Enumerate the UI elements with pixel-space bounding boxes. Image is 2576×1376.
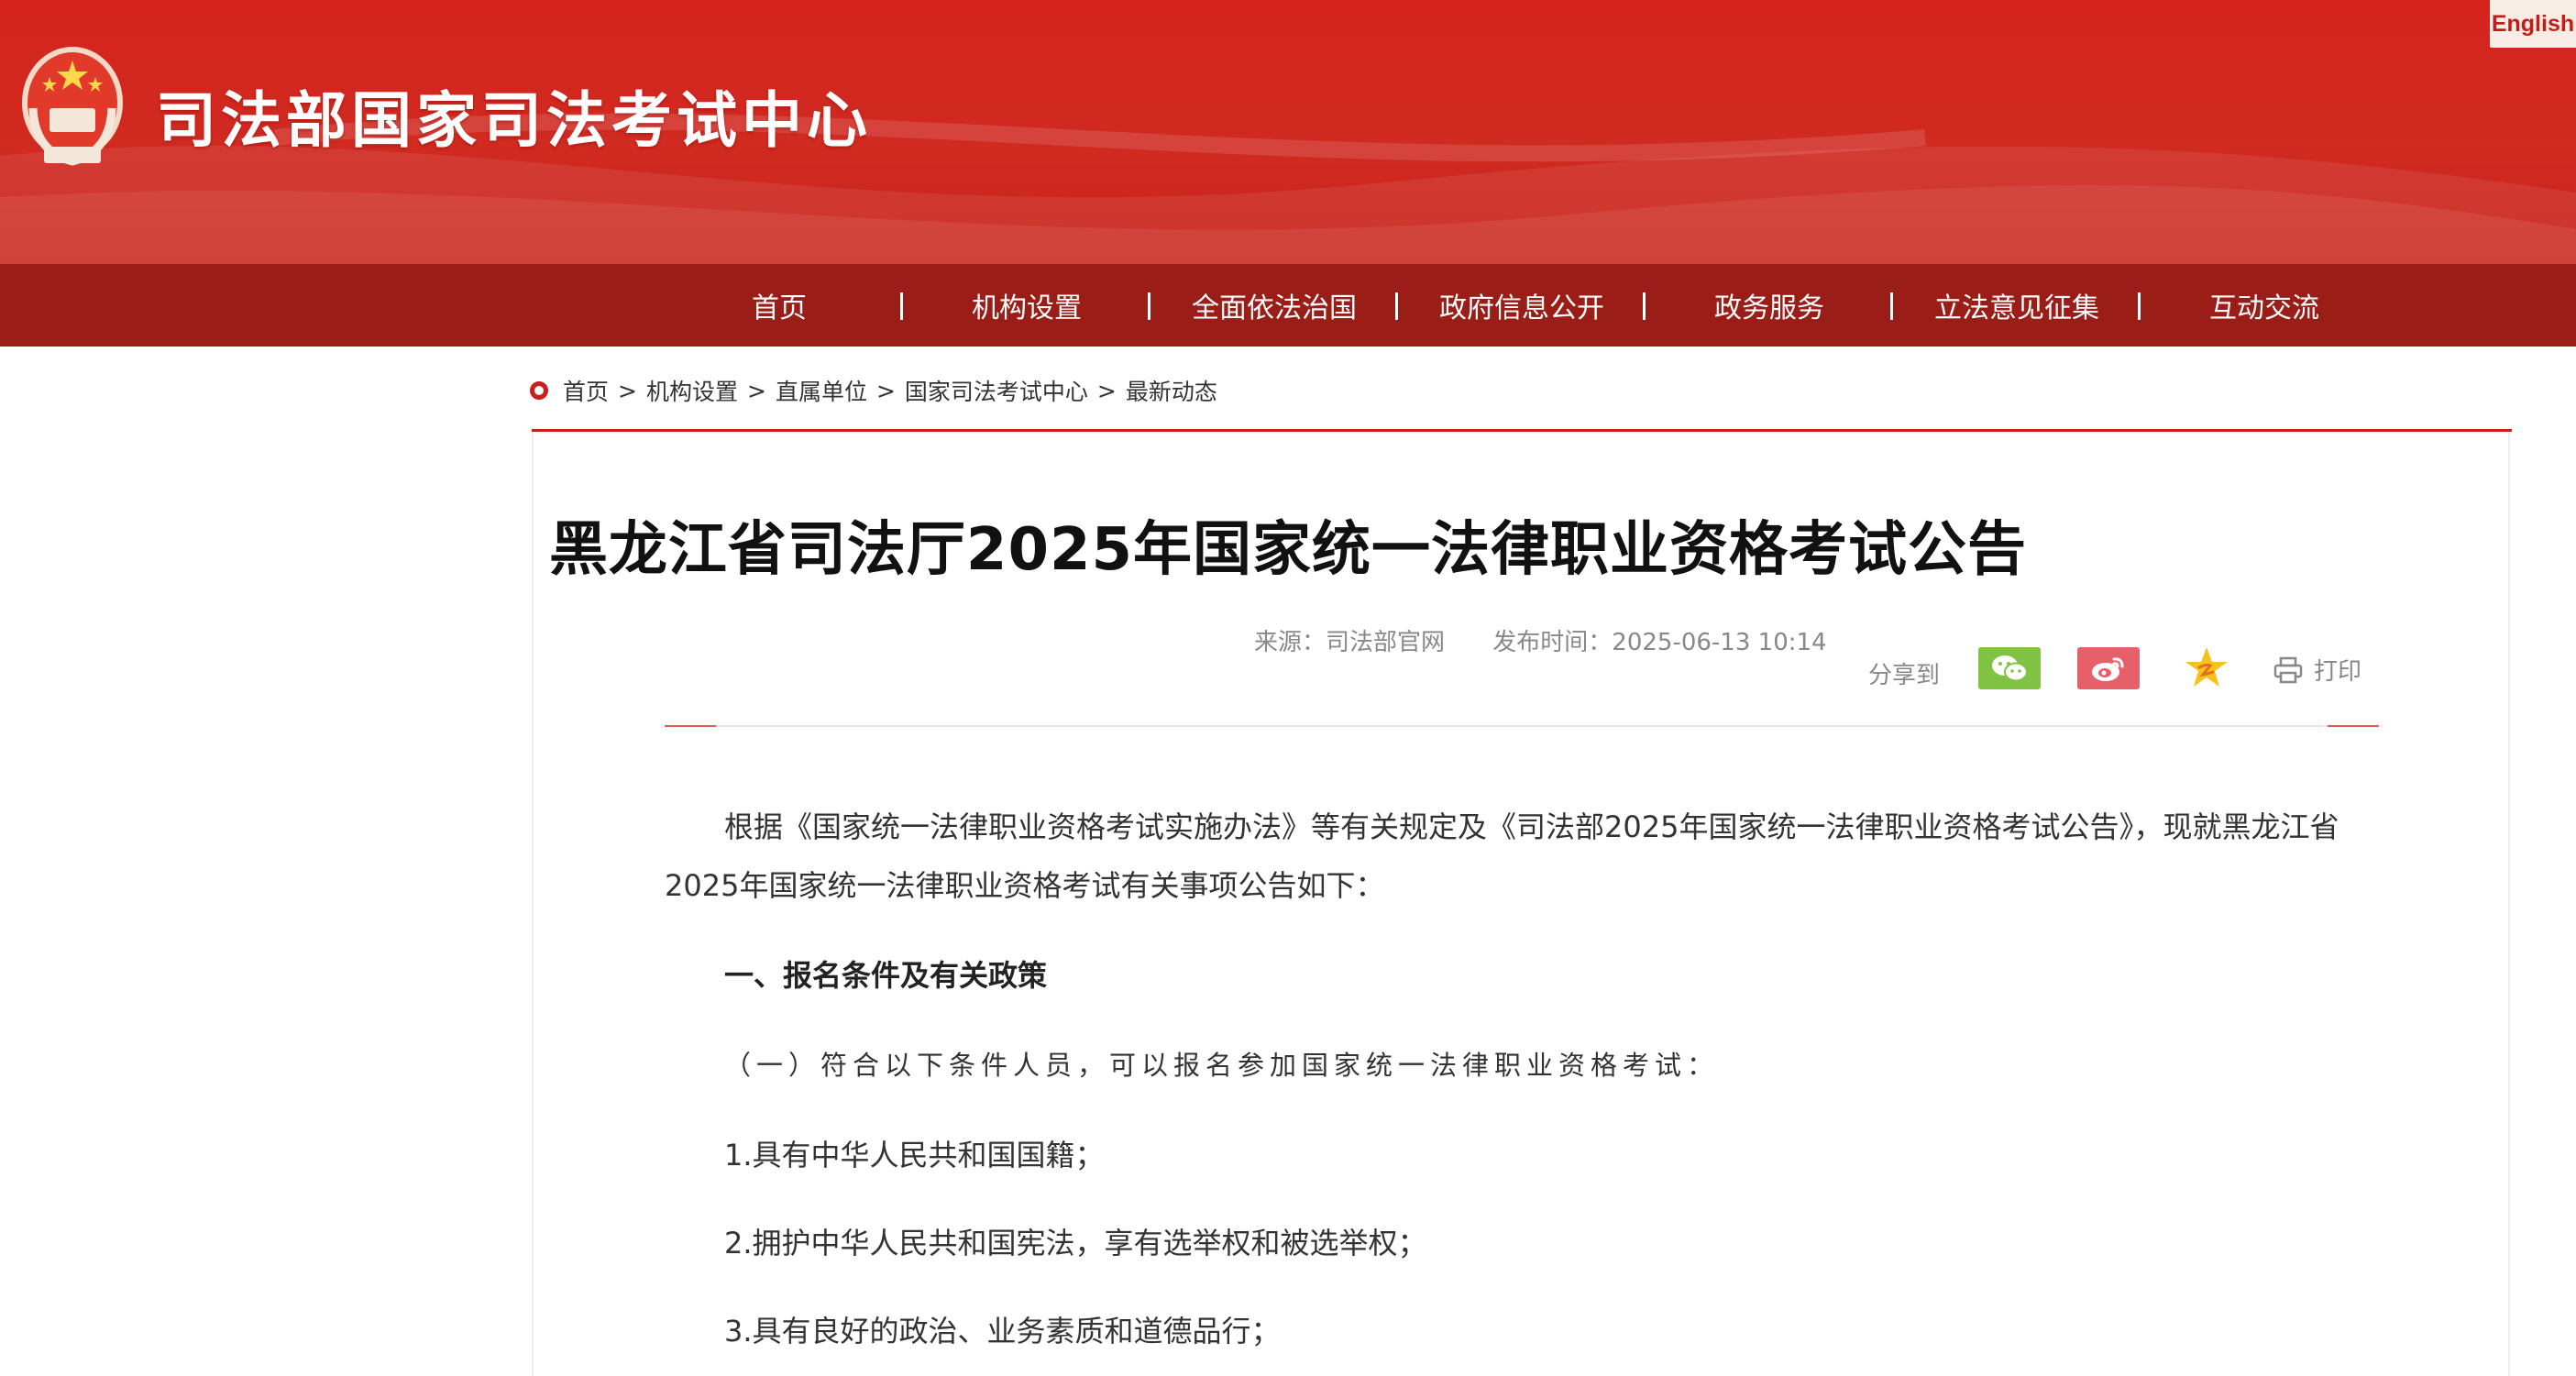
meta-divider-accent-right (2328, 725, 2379, 727)
breadcrumb-separator: > (1096, 377, 1117, 404)
nav-separator (1395, 292, 1398, 320)
article-source: 来源：司法部官网 (1254, 629, 1446, 656)
article-meta: 来源：司法部官网 发布时间：2025-06-13 10:14 (1254, 623, 1867, 657)
nav-item-home[interactable]: 首页 (706, 264, 853, 347)
article-intro-paragraph: 根据《国家统一法律职业资格考试实施办法》等有关规定及《司法部2025年国家统一法… (665, 809, 2339, 903)
nav-item-legislation-feedback[interactable]: 立法意见征集 (1916, 264, 2118, 347)
list-item: 1.具有中华人民共和国国籍； (724, 1138, 1105, 1172)
nav-separator (2138, 292, 2141, 320)
nav-item-government-services[interactable]: 政务服务 (1678, 264, 1861, 347)
list-item: 3.具有良好的政治、业务素质和道德品行； (724, 1314, 1281, 1348)
nav-separator (1148, 292, 1150, 320)
breadcrumb-separator: > (746, 377, 766, 404)
nav-separator (900, 292, 903, 320)
subsection-paragraph: （一）符合以下条件人员，可以报名参加国家统一法律职业资格考试： (724, 1050, 1720, 1081)
print-label: 打印 (2314, 658, 2362, 686)
site-header: 司法部国家司法考试中心 English (0, 0, 2576, 264)
wechat-icon (1992, 655, 2028, 682)
breadcrumb-separator: > (618, 377, 637, 404)
nav-item-rule-of-law[interactable]: 全面依法治国 (1173, 264, 1375, 347)
nav-item-organization[interactable]: 机构设置 (935, 264, 1118, 347)
share-wechat-button[interactable] (1978, 647, 2041, 689)
meta-divider (665, 725, 2379, 727)
nav-item-info-disclosure[interactable]: 政府信息公开 (1421, 264, 1623, 347)
breadcrumb-latest-news[interactable]: 最新动态 (1126, 374, 1217, 407)
site-title[interactable]: 司法部国家司法考试中心 (156, 72, 872, 160)
breadcrumb-organization[interactable]: 机构设置 (646, 374, 738, 407)
weibo-icon (2092, 657, 2124, 681)
share-label: 分享到 (1868, 662, 1941, 689)
nav-separator (1643, 292, 1646, 320)
article-title: 黑龙江省司法厅2025年国家统一法律职业资格考试公告 (548, 516, 2028, 584)
meta-divider-accent-left (665, 725, 716, 727)
printer-icon (2273, 656, 2303, 683)
share-weibo-button[interactable] (2077, 647, 2140, 689)
section-heading: 一、报名条件及有关政策 (724, 958, 1048, 993)
english-language-button[interactable]: English (2490, 0, 2576, 48)
breadcrumb: 首页 > 机构设置 > 直属单位 > 国家司法考试中心 > 最新动态 (530, 372, 1217, 409)
breadcrumb-home[interactable]: 首页 (563, 374, 609, 407)
breadcrumb-exam-center[interactable]: 国家司法考试中心 (905, 374, 1088, 407)
favorite-icon[interactable] (2182, 644, 2231, 693)
article-publish-time: 发布时间：2025-06-13 10:14 (1492, 629, 1827, 656)
nav-separator (1890, 292, 1893, 320)
main-navigation: 首页 机构设置 全面依法治国 政府信息公开 政务服务 立法意见征集 互动交流 (0, 264, 2576, 347)
list-item: 2.拥护中华人民共和国宪法，享有选举权和被选举权； (724, 1226, 1427, 1260)
nav-item-interaction[interactable]: 互动交流 (2173, 264, 2356, 347)
breadcrumb-affiliated-units[interactable]: 直属单位 (776, 374, 867, 407)
location-dot-icon (530, 381, 548, 400)
national-emblem-logo[interactable] (17, 44, 128, 171)
breadcrumb-separator: > (875, 377, 896, 404)
print-button[interactable]: 打印 (2273, 653, 2361, 687)
